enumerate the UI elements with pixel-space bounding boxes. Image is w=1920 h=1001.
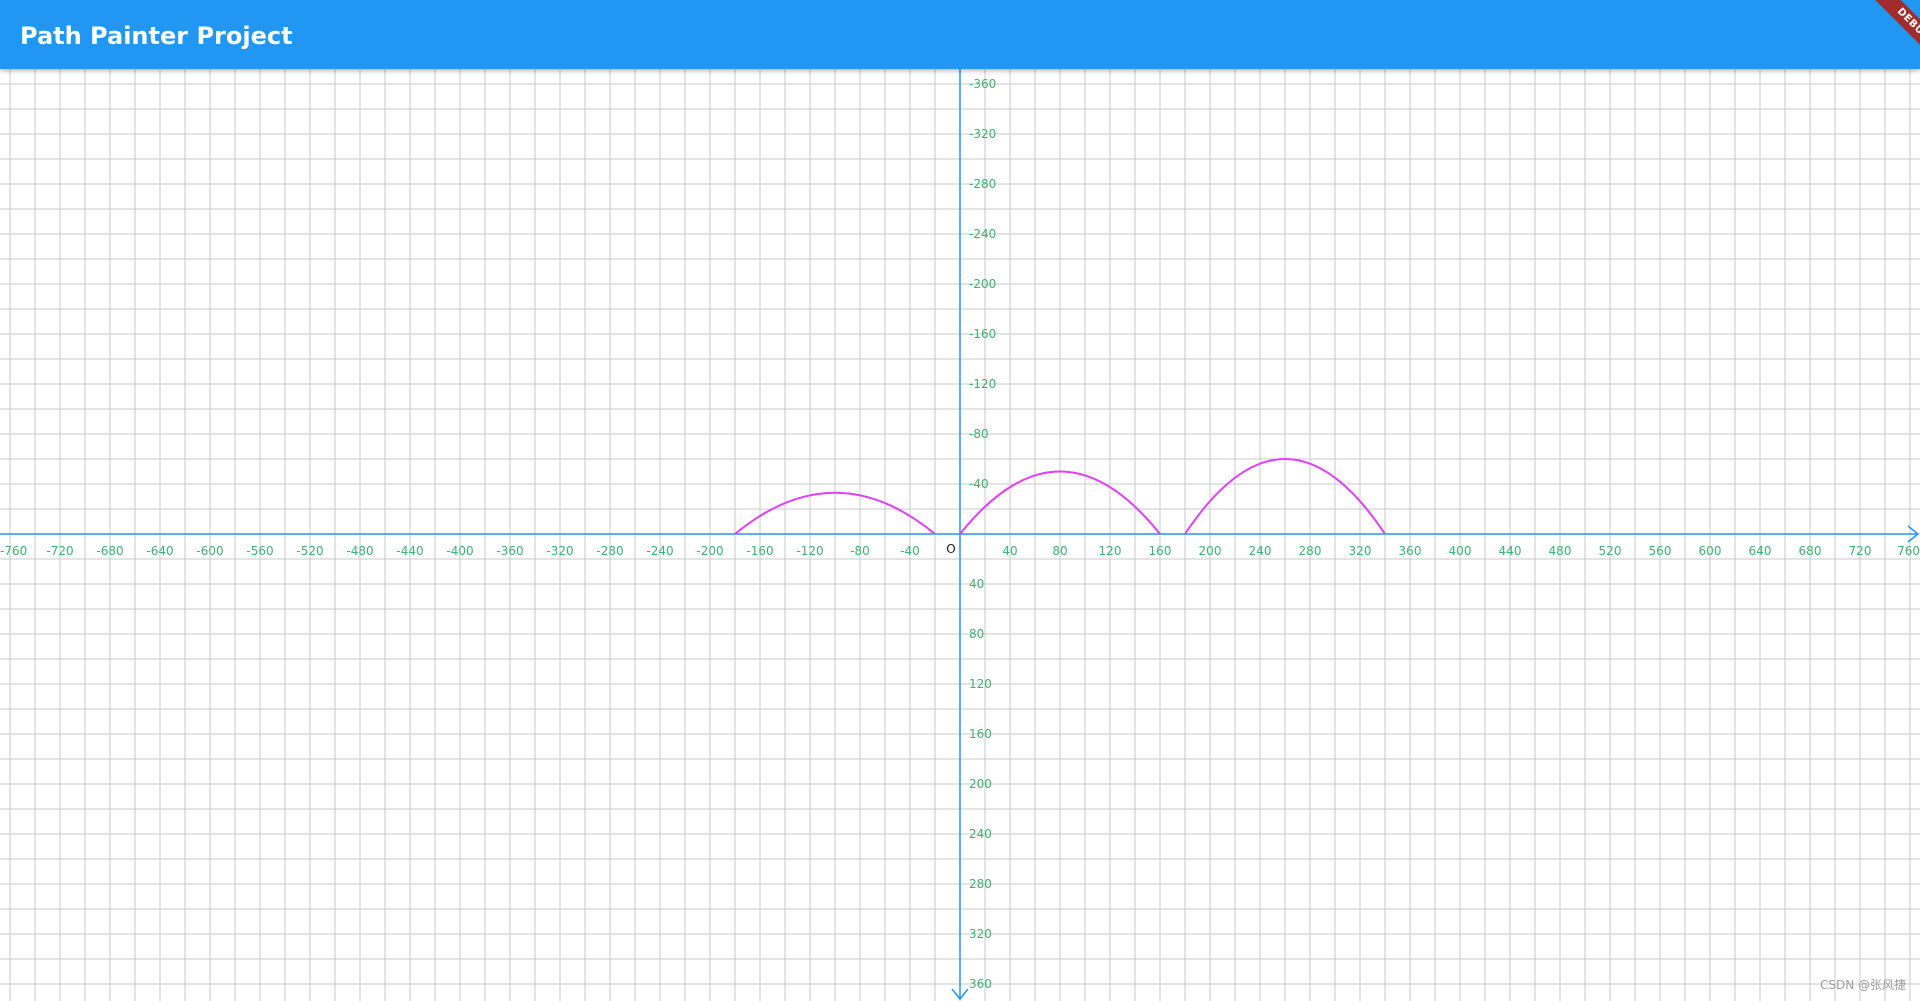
y-tick-label: -360 [969, 77, 996, 91]
x-tick-label: 560 [1649, 544, 1672, 558]
origin-label: O [946, 542, 955, 556]
x-tick-label: 160 [1149, 544, 1172, 558]
drawing-canvas: -760 -720 -680 -640 -600 -560 -520 -480 -440 -400… [0, 69, 1920, 1001]
y-tick-label: 360 [969, 977, 992, 991]
x-tick-label: 120 [1099, 544, 1122, 558]
y-tick-label: 280 [969, 877, 992, 891]
x-tick-label: -760 [0, 544, 27, 558]
y-tick-label: -320 [969, 127, 996, 141]
x-tick-label: 760 [1897, 544, 1920, 558]
x-tick-label: 320 [1349, 544, 1372, 558]
x-tick-label: -520 [296, 544, 323, 558]
x-tick-label: 40 [1002, 544, 1017, 558]
x-tick-label: 240 [1249, 544, 1272, 558]
x-tick-label: -80 [850, 544, 870, 558]
x-tick-label: -360 [496, 544, 523, 558]
x-tick-label: -400 [446, 544, 473, 558]
y-tick-label: -120 [969, 377, 996, 391]
x-tick-label: -600 [196, 544, 223, 558]
x-tick-label: 200 [1199, 544, 1222, 558]
x-tick-label: -240 [646, 544, 673, 558]
y-tick-label: -280 [969, 177, 996, 191]
x-tick-label: 640 [1749, 544, 1772, 558]
y-tick-label: 40 [969, 577, 984, 591]
x-tick-label: -200 [696, 544, 723, 558]
x-tick-label: -40 [900, 544, 920, 558]
y-tick-label: -160 [969, 327, 996, 341]
x-tick-label: 440 [1499, 544, 1522, 558]
y-tick-label: 240 [969, 827, 992, 841]
app-bar: Path Painter Project [0, 0, 1920, 69]
x-tick-label: -640 [146, 544, 173, 558]
debug-banner: DEBUG [1850, 0, 1920, 70]
x-tick-label: -440 [396, 544, 423, 558]
x-tick-label: 280 [1299, 544, 1322, 558]
x-tick-label: -720 [46, 544, 73, 558]
debug-banner-label: DEBUG [1867, 0, 1920, 70]
x-tick-label: 80 [1052, 544, 1067, 558]
y-tick-label: 200 [969, 777, 992, 791]
x-tick-label: -160 [746, 544, 773, 558]
y-tick-label: -200 [969, 277, 996, 291]
coordinate-plot: -760 -720 -680 -640 -600 -560 -520 -480 -440 -400… [0, 69, 1920, 1001]
y-tick-label: -240 [969, 227, 996, 241]
y-tick-label: 120 [969, 677, 992, 691]
y-tick-label: 320 [969, 927, 992, 941]
y-tick-label: -40 [969, 477, 989, 491]
x-tick-label: 400 [1449, 544, 1472, 558]
y-tick-label: -80 [969, 427, 989, 441]
x-tick-label: -560 [246, 544, 273, 558]
x-tick-label: 480 [1549, 544, 1572, 558]
x-tick-label: 720 [1849, 544, 1872, 558]
watermark-text: CSDN @张风捷 [1819, 978, 1906, 992]
app-title: Path Painter Project [20, 22, 293, 50]
x-tick-label: -280 [596, 544, 623, 558]
y-tick-label: 80 [969, 627, 984, 641]
y-tick-label: 160 [969, 727, 992, 741]
x-tick-label: -680 [96, 544, 123, 558]
x-tick-label: -480 [346, 544, 373, 558]
x-tick-label: -320 [546, 544, 573, 558]
x-tick-label: 600 [1699, 544, 1722, 558]
x-tick-label: 520 [1599, 544, 1622, 558]
x-tick-label: 360 [1399, 544, 1422, 558]
x-tick-label: -120 [796, 544, 823, 558]
x-tick-label: 680 [1799, 544, 1822, 558]
